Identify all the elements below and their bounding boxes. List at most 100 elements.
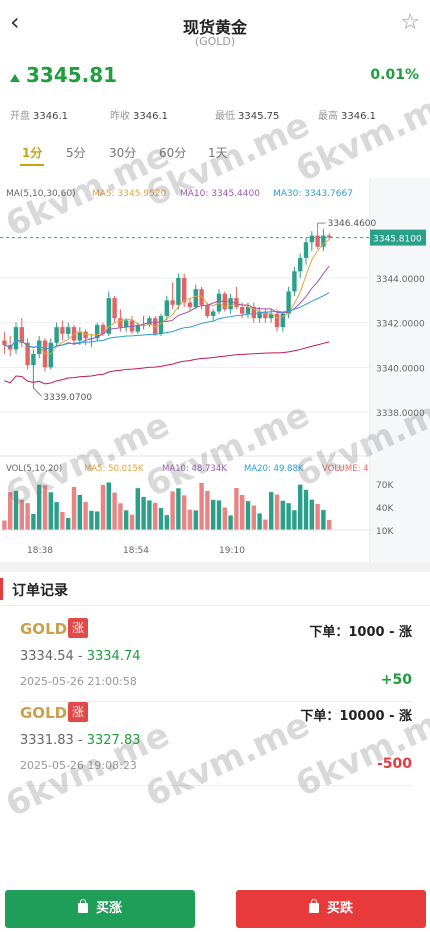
- current-price: 3345.81: [26, 63, 118, 87]
- order-item[interactable]: GOLD 涨 下单：10000 - 涨 3331.83 - 3327.83 20…: [20, 702, 412, 786]
- volume-bar: [66, 518, 71, 530]
- volume-legend: VOLUME: 4: [322, 464, 369, 474]
- candle-body: [182, 278, 187, 303]
- volume-bar: [280, 500, 285, 530]
- volume-bar: [164, 515, 169, 530]
- volume-bar: [199, 482, 204, 530]
- volume-bar: [42, 485, 48, 530]
- stats-row: 开盘 3346.1 昨收 3346.1 最低 3345.75 最高 3346.1: [0, 107, 430, 123]
- volume-bar: [228, 515, 233, 530]
- buy-up-button[interactable]: 买涨: [5, 890, 195, 928]
- volume-bar: [8, 492, 13, 530]
- volume-bar: [83, 501, 88, 530]
- vol-ma20-legend: MA20: 49.88K: [244, 464, 304, 474]
- volume-bar: [170, 491, 175, 530]
- candle-body: [170, 300, 175, 305]
- candle-body: [245, 307, 251, 314]
- tab-1day[interactable]: 1天: [208, 144, 228, 161]
- x-tick-label: 19:10: [219, 546, 245, 556]
- volume-bar: [176, 488, 181, 530]
- volume-bar: [124, 510, 129, 530]
- candle-body: [164, 300, 169, 316]
- stat-low: 最低 3345.75: [215, 111, 280, 122]
- volume-bar: [222, 507, 227, 530]
- stat-open: 开盘 3346.1: [10, 111, 68, 122]
- volume-bar: [89, 510, 94, 530]
- vol-tick-label: 40K: [376, 504, 394, 514]
- volume-bar: [118, 503, 123, 530]
- buy-down-button[interactable]: 买跌: [236, 890, 426, 928]
- tab-1min[interactable]: 1分: [22, 144, 42, 161]
- candle-body: [60, 327, 65, 334]
- volume-bar: [211, 499, 216, 530]
- buy-up-label: 买涨: [95, 901, 122, 916]
- volume-bar: [2, 520, 7, 530]
- volume-bar: [112, 492, 117, 530]
- order-item[interactable]: GOLD 涨 下单：1000 - 涨 3334.54 - 3334.74 202…: [20, 618, 412, 702]
- candle-body: [54, 327, 59, 343]
- volume-bar: [274, 494, 280, 530]
- order-time: 2025-05-26 19:08:23: [20, 759, 137, 772]
- vol-legend-params: VOL(5,10,20): [6, 464, 62, 474]
- volume-bar: [240, 495, 245, 530]
- volume-bar: [129, 514, 135, 530]
- volume-bar: [251, 505, 256, 530]
- volume-bar: [298, 484, 303, 530]
- page-subtitle: (GOLD): [194, 35, 236, 48]
- section-gap: [0, 562, 430, 572]
- order-quantity: 下单：1000 - 涨: [309, 625, 412, 640]
- candle-body: [309, 235, 314, 243]
- volume-bar: [153, 502, 158, 530]
- buy-down-label: 买跌: [326, 901, 353, 916]
- stat-prev-close: 昨收 3346.1: [110, 111, 168, 122]
- volume-bar: [135, 488, 140, 530]
- tab-5min[interactable]: 5分: [66, 144, 86, 161]
- candle-body: [292, 271, 297, 292]
- candle-body: [112, 298, 117, 319]
- volume-bar: [158, 508, 164, 530]
- volume-bar: [245, 501, 251, 530]
- order-pnl: -500: [376, 756, 412, 772]
- candle-body: [19, 327, 24, 343]
- volume-bar: [182, 495, 187, 530]
- volume-bar: [303, 489, 309, 530]
- candle-body: [187, 302, 193, 308]
- candle-body: [193, 289, 198, 308]
- order-time: 2025-05-26 21:00:58: [20, 675, 137, 688]
- shopping-bag-icon: [77, 899, 88, 913]
- volume-bar: [25, 503, 30, 530]
- ma-legend-params: MA(5,10,30,60): [6, 189, 76, 199]
- star-outline-icon[interactable]: ☆: [400, 10, 420, 35]
- orders-section-title: 订单记录: [12, 583, 68, 599]
- low-label: 3339.0700: [43, 393, 92, 403]
- candle-body: [205, 304, 210, 316]
- candle-body: [211, 311, 216, 316]
- volume-bar: [19, 499, 24, 530]
- order-quantity: 下单：10000 - 涨: [300, 709, 412, 724]
- tab-30min[interactable]: 30分: [109, 144, 136, 161]
- active-tab-indicator: [20, 164, 44, 166]
- volume-bar: [54, 502, 59, 530]
- volume-bar: [216, 500, 222, 530]
- volume-bar: [309, 499, 314, 530]
- candle-body: [240, 307, 245, 314]
- volume-bar: [321, 510, 326, 530]
- candle-body: [298, 257, 303, 272]
- volume-bar: [269, 492, 274, 530]
- volume-bar: [187, 509, 193, 530]
- x-tick-label: 18:54: [123, 546, 149, 556]
- order-pnl: +50: [380, 672, 412, 688]
- quote-row: 3345.81 0.01%: [0, 62, 430, 92]
- vol-ma10-legend: MA10: 48.734K: [162, 464, 227, 474]
- vol-tick-label: 70K: [376, 481, 394, 491]
- tab-60min[interactable]: 60分: [159, 144, 186, 161]
- stat-high: 最高 3346.1: [318, 111, 376, 122]
- last-price-label: 3345.8100: [373, 235, 422, 245]
- volume-bar: [100, 484, 106, 530]
- volume-bar: [147, 500, 152, 530]
- volume-bar: [141, 497, 146, 530]
- y-tick-label: 3338.0000: [376, 409, 425, 419]
- volume-bar: [13, 490, 19, 530]
- kline-chart[interactable]: 3344.0000 3342.0000 3340.0000 3338.0000 MA(5…: [0, 178, 430, 562]
- volume-bar: [37, 484, 42, 530]
